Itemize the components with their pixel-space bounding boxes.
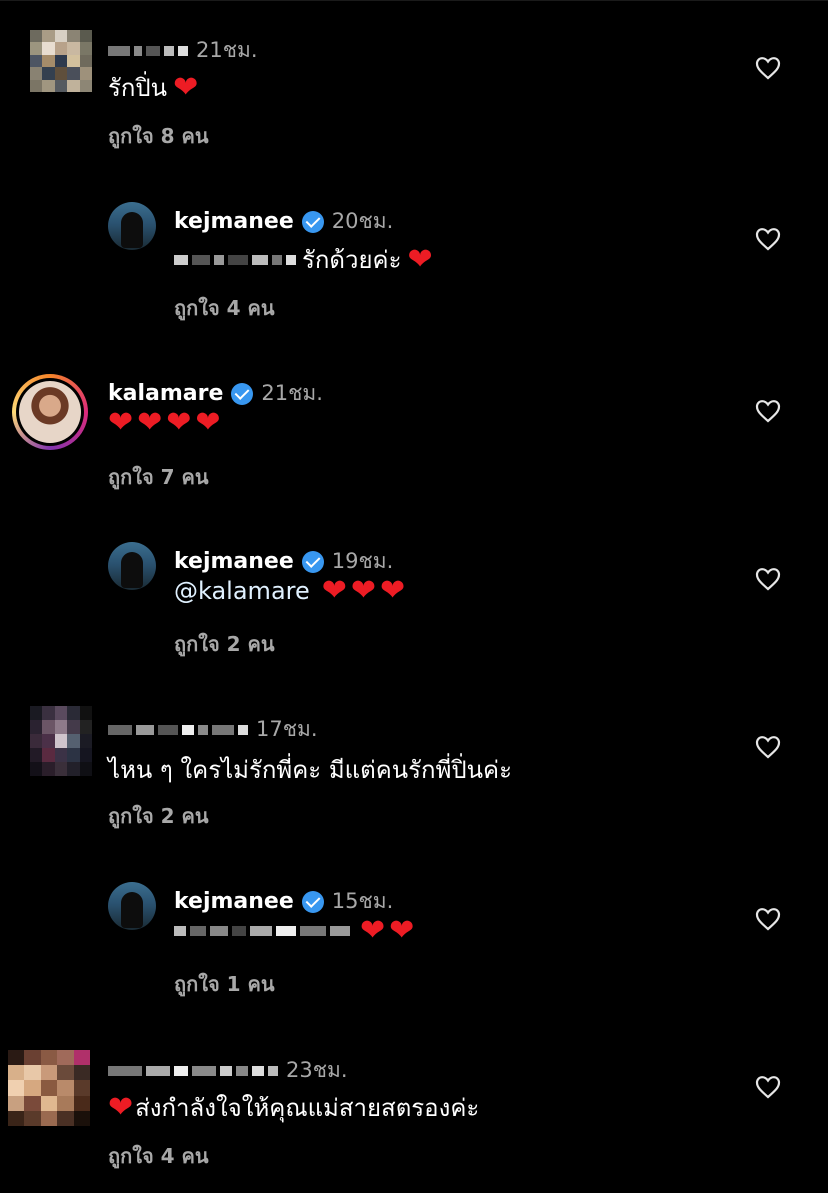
like-heart-outline-icon[interactable]	[754, 54, 782, 82]
blurred-username[interactable]	[108, 1065, 278, 1076]
comment-time: 21ชม.	[261, 381, 323, 405]
blurred-mention[interactable]	[174, 254, 296, 265]
blurred-username[interactable]	[108, 45, 188, 56]
likes-count[interactable]: ถูกใจ 4 คน	[174, 292, 275, 324]
likes-count[interactable]: ถูกใจ 2 คน	[108, 800, 209, 832]
like-heart-outline-icon[interactable]	[754, 225, 782, 253]
like-heart-outline-icon[interactable]	[754, 565, 782, 593]
avatar-story-ring[interactable]	[12, 374, 88, 450]
avatar[interactable]	[108, 202, 156, 250]
verified-badge-icon	[301, 210, 324, 233]
comment-text-content: รักปิ่น	[108, 74, 168, 102]
comment-header: 23ชม.	[108, 1054, 348, 1087]
likes-count[interactable]: ถูกใจ 8 คน	[108, 120, 209, 152]
comment-text-content: ส่งกำลังใจให้คุณแม่สายสตรองค่ะ	[135, 1094, 480, 1122]
likes-count[interactable]: ถูกใจ 1 คน	[174, 968, 275, 1000]
verified-badge-icon	[301, 890, 324, 913]
comment-text: ❤ ❤ ❤ ❤	[108, 408, 221, 438]
comment-text: @kalamare ❤ ❤ ❤	[174, 576, 405, 606]
like-heart-outline-icon[interactable]	[754, 733, 782, 761]
comment-text: รักด้วยค่ะ ❤	[174, 240, 433, 279]
like-heart-outline-icon[interactable]	[754, 397, 782, 425]
username[interactable]: kejmanee	[174, 209, 294, 234]
likes-count[interactable]: ถูกใจ 2 คน	[174, 628, 275, 660]
avatar[interactable]	[30, 30, 92, 92]
comment-text: ❤ ส่งกำลังใจให้คุณแม่สายสตรองค่ะ	[108, 1088, 479, 1127]
like-heart-outline-icon[interactable]	[754, 905, 782, 933]
comment-header: 21ชม.	[108, 34, 258, 67]
blurred-mention[interactable]	[174, 926, 350, 936]
username[interactable]: kejmanee	[174, 549, 294, 574]
avatar[interactable]	[8, 1050, 90, 1126]
comment-header: kejmanee 20ชม.	[174, 205, 393, 238]
comment-text-content: รักด้วยค่ะ	[302, 246, 402, 274]
heart-emoji-icon: ❤	[166, 405, 192, 440]
like-heart-outline-icon[interactable]	[754, 1073, 782, 1101]
comment-text-content: ไหน ๆ ใครไม่รักพี่คะ มีแต่คนรักพี่ปิ่นค่…	[108, 756, 512, 784]
heart-emoji-icon: ❤	[137, 405, 163, 440]
avatar[interactable]	[30, 706, 92, 776]
heart-emoji-icon: ❤	[407, 241, 433, 277]
heart-emoji-icon: ❤	[321, 573, 347, 608]
avatar[interactable]	[108, 542, 156, 590]
heart-emoji-icon: ❤	[350, 573, 377, 608]
comment-header: 17ชม.	[108, 713, 318, 746]
top-divider	[0, 0, 828, 1]
comment-time: 23ชม.	[286, 1058, 348, 1082]
comment-time: 17ชม.	[256, 717, 318, 741]
likes-count[interactable]: ถูกใจ 7 คน	[108, 461, 209, 493]
heart-emoji-icon: ❤	[108, 405, 134, 440]
comment-text: รักปิ่น ❤	[108, 68, 198, 107]
heart-emoji-icon: ❤	[389, 913, 415, 948]
verified-badge-icon	[301, 550, 324, 573]
likes-count[interactable]: ถูกใจ 4 คน	[108, 1140, 209, 1172]
username[interactable]: kejmanee	[174, 889, 294, 914]
verified-badge-icon	[231, 382, 254, 405]
heart-emoji-icon: ❤	[173, 69, 199, 105]
comment-text: ❤ ❤	[174, 916, 414, 946]
comment-time: 20ชม.	[331, 209, 394, 233]
heart-emoji-icon: ❤	[195, 405, 221, 440]
comment-time: 21ชม.	[196, 38, 258, 62]
avatar[interactable]	[108, 882, 156, 930]
heart-emoji-icon: ❤	[380, 573, 406, 608]
blurred-username[interactable]	[108, 724, 248, 735]
username[interactable]: kalamare	[108, 381, 223, 406]
comment-text: ไหน ๆ ใครไม่รักพี่คะ มีแต่คนรักพี่ปิ่นค่…	[108, 750, 512, 789]
heart-emoji-icon: ❤	[108, 1089, 134, 1125]
mention-link[interactable]: @kalamare	[174, 577, 310, 605]
heart-emoji-icon: ❤	[360, 913, 386, 948]
